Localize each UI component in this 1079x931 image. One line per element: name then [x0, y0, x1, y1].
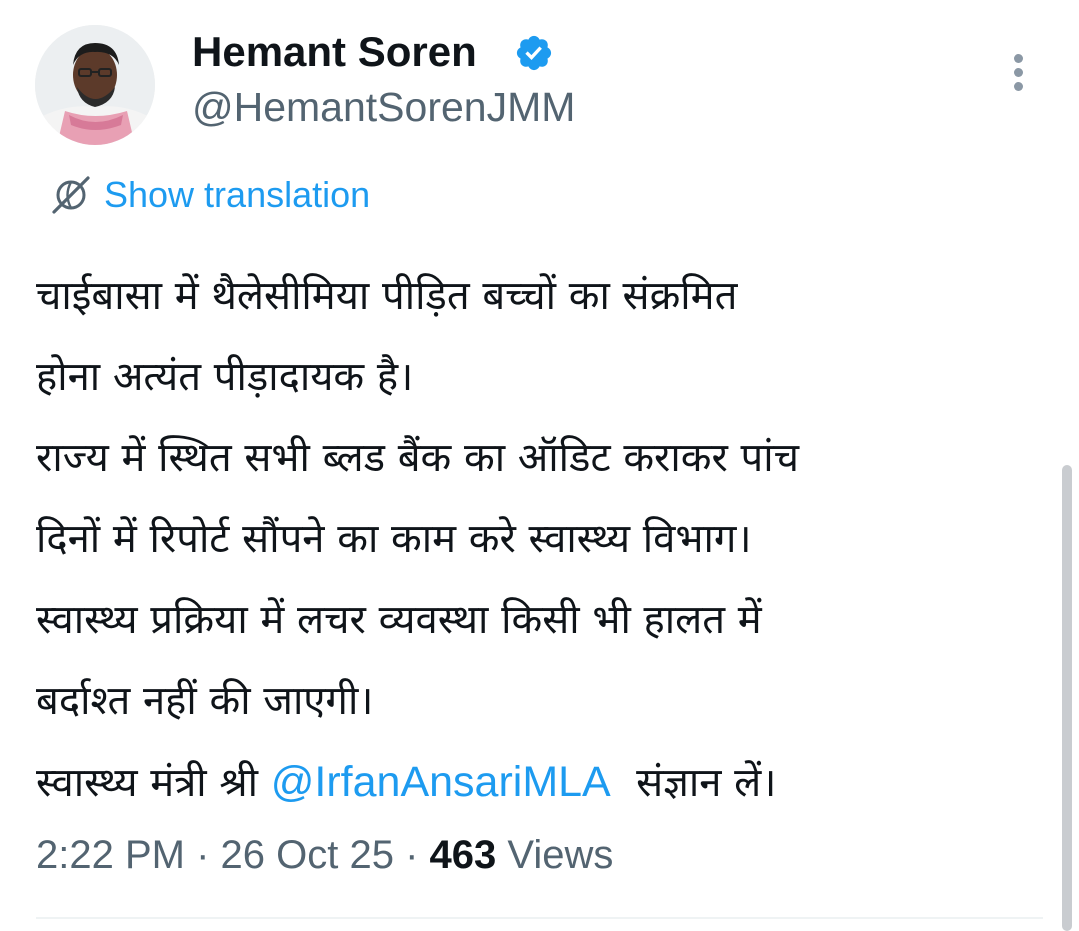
avatar-image [35, 25, 155, 145]
avatar[interactable] [35, 25, 155, 145]
tweet-line: चाईबासा में थैलेसीमिया पीड़ित बच्चों का … [36, 273, 738, 319]
views-count: 463 [429, 833, 497, 877]
meta-separator: · [393, 833, 430, 877]
globe-slash-icon [52, 176, 90, 214]
mention-link[interactable]: @IrfanAnsariMLA [271, 758, 611, 806]
tweet-line: होना अत्यंत पीड़ादायक है। [36, 354, 414, 400]
tweet-metadata: 2:22 PM · 26 Oct 25 · 463 Views [36, 830, 613, 880]
tweet-line: राज्य में स्थित सभी ब्लड बैंक का ऑडिट कर… [36, 435, 800, 481]
tweet-line-suffix: संज्ञान लें। [610, 760, 777, 806]
tweet-line: बर्दाश्त नहीं की जाएगी। [36, 678, 374, 724]
scrollbar[interactable] [1062, 465, 1072, 931]
tweet-text: चाईबासा में थैलेसीमिया पीड़ित बच्चों का … [36, 256, 1036, 823]
verified-badge-icon [516, 35, 552, 71]
show-translation-label: Show translation [104, 174, 371, 215]
tweet-line-prefix: स्वास्थ्य मंत्री श्री [36, 760, 271, 806]
divider [36, 917, 1043, 919]
tweet-date[interactable]: 26 Oct 25 [221, 833, 394, 877]
author-handle[interactable]: @HemantSorenJMM [192, 82, 575, 132]
tweet-time[interactable]: 2:22 PM [36, 833, 185, 877]
tweet-line: दिनों में रिपोर्ट सौंपने का काम करे स्वा… [36, 516, 752, 562]
tweet-line: स्वास्थ्य प्रक्रिया में लचर व्यवस्था किस… [36, 597, 762, 643]
more-options-icon[interactable] [1004, 50, 1034, 94]
views-label: Views [496, 833, 614, 877]
tweet-line-mention: स्वास्थ्य मंत्री श्री @IrfanAnsariMLA सं… [36, 742, 1036, 823]
meta-separator: · [184, 833, 221, 877]
show-translation-link[interactable]: Show translation [48, 170, 370, 220]
author-display-name[interactable]: Hemant Soren [192, 26, 477, 78]
